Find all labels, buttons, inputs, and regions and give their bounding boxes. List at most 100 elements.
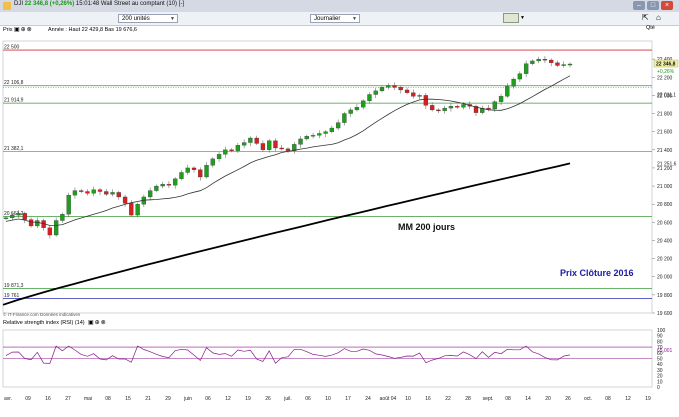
rsi-label: Relative strength index (RSI) (14) <box>3 320 85 326</box>
y-tick-label: 21 800 <box>657 112 673 118</box>
candle-body <box>85 191 90 194</box>
candle-body <box>254 137 259 144</box>
candle-body <box>536 58 541 62</box>
candle-body <box>229 149 234 151</box>
candle-body <box>22 213 27 220</box>
candle-body <box>354 107 360 111</box>
candle-body <box>235 145 241 151</box>
candle-body <box>204 165 209 178</box>
candle-body <box>530 60 535 64</box>
candle-body <box>198 169 203 178</box>
x-tick-label: 12 <box>225 396 231 402</box>
rsi-last-value: 65,001 <box>657 348 673 354</box>
level-label: 22 500 <box>4 45 20 51</box>
candle-body <box>129 203 134 216</box>
candle-body <box>248 137 253 143</box>
candle-body <box>448 106 454 109</box>
x-tick-label: juil. <box>283 396 292 402</box>
rsi-tick-label: 0 <box>657 385 660 391</box>
price-chart[interactable]: 22 50022 106,821 914,921 382,120 663,219… <box>0 0 679 417</box>
candle-body <box>442 107 447 111</box>
candle-body <box>555 62 560 66</box>
candle-body <box>367 94 372 101</box>
y-tick-label: 20 400 <box>657 238 673 244</box>
candle-body <box>154 185 159 191</box>
candle-body <box>455 106 460 108</box>
candle-body <box>429 105 435 111</box>
candle-body <box>16 213 21 216</box>
candle-body <box>304 136 309 140</box>
candle-body <box>386 85 391 88</box>
right-level-tag: 22 011,1 <box>657 92 676 98</box>
candle-body <box>279 147 284 150</box>
level-label: 19 761 <box>4 293 20 299</box>
x-tick-label: oct. <box>584 396 592 402</box>
x-tick-label: 08 <box>605 396 611 402</box>
candle-body <box>348 109 353 114</box>
candle-body <box>35 220 40 227</box>
candle-body <box>329 127 335 132</box>
candle-body <box>241 142 247 146</box>
candle-body <box>436 109 441 112</box>
candle-body <box>260 143 266 150</box>
candle-body <box>342 113 347 123</box>
x-tick-label: 29 <box>165 396 171 402</box>
y-tick-label: 19 800 <box>657 293 673 299</box>
y-tick-label: 20 600 <box>657 220 673 226</box>
candle-body <box>47 227 53 236</box>
candle-body <box>147 190 153 198</box>
x-tick-label: 08 <box>505 396 511 402</box>
candle-body <box>486 107 491 110</box>
x-tick-label: mai <box>84 396 92 402</box>
candle-body <box>223 149 228 155</box>
candle-body <box>310 135 316 137</box>
x-tick-label: 19 <box>245 396 251 402</box>
candle-body <box>122 196 128 204</box>
candle-body <box>66 194 71 215</box>
candle-body <box>104 191 109 195</box>
x-tick-label: 28 <box>465 396 471 402</box>
candle-body <box>505 86 510 97</box>
y-tick-label: 21 400 <box>657 148 673 154</box>
x-tick-label: avr. <box>4 396 12 402</box>
candle-body <box>191 167 197 170</box>
x-tick-label: 27 <box>65 396 71 402</box>
candle-body <box>361 100 366 108</box>
candle-body <box>116 192 121 198</box>
y-tick-label: 21 000 <box>657 184 673 190</box>
candle-body <box>285 148 291 151</box>
y-tick-label: 20 000 <box>657 275 673 281</box>
rsi-nav-icons[interactable]: ▣⊕⊗ <box>88 319 107 326</box>
x-tick-label: 22 <box>445 396 451 402</box>
candle-body <box>373 90 378 95</box>
candle-body <box>561 64 566 66</box>
candle-body <box>10 214 15 218</box>
level-label: 19 871,3 <box>4 283 24 289</box>
candle-body <box>298 138 303 145</box>
last-price-tag: 22 346,8 <box>656 62 676 68</box>
x-tick-label: 21 <box>145 396 151 402</box>
x-tick-label: 16 <box>425 396 431 402</box>
candle-body <box>323 131 328 134</box>
y-tick-label: 20 800 <box>657 202 673 208</box>
candle-body <box>216 154 222 160</box>
candle-body <box>72 190 78 196</box>
candle-body <box>492 101 497 110</box>
candle-body <box>3 217 9 219</box>
y-tick-label: 20 200 <box>657 257 673 263</box>
candle-body <box>498 96 504 102</box>
x-tick-label: juin <box>183 396 192 402</box>
y-tick-label: 19 600 <box>657 311 673 317</box>
candle-body <box>317 133 322 136</box>
close-2016-label: Prix Clôture 2016 <box>560 268 634 278</box>
candle-body <box>411 92 416 97</box>
ma-200-label: MM 200 jours <box>398 222 456 232</box>
candle-body <box>160 184 165 187</box>
y-tick-label: 21 600 <box>657 130 673 136</box>
candle-body <box>97 189 103 192</box>
candle-body <box>28 219 34 227</box>
source-note: © IT-Finance.com Données indicatives <box>3 312 81 317</box>
x-tick-label: 20 <box>545 396 551 402</box>
pct-tag: +0,26% <box>657 69 675 75</box>
candle-body <box>423 95 429 106</box>
